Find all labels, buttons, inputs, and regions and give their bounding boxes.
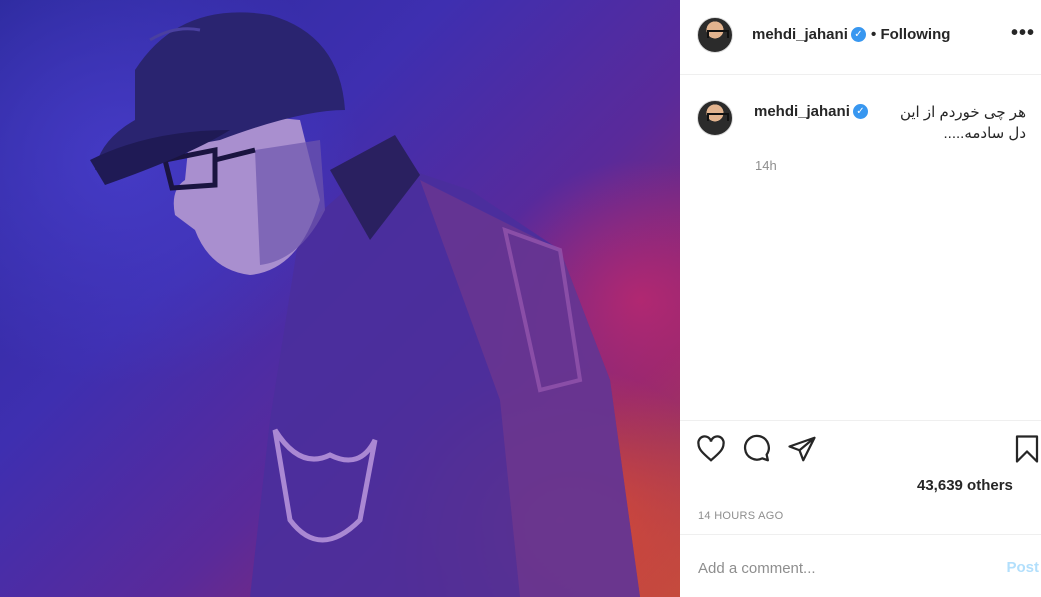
more-options-icon[interactable]: •••: [1011, 22, 1035, 45]
share-icon[interactable]: [787, 434, 817, 464]
caption-age[interactable]: 14h: [755, 158, 777, 173]
bookmark-icon-svg: [1015, 435, 1039, 463]
caption-avatar[interactable]: [697, 100, 733, 136]
caption-text: هر چی خوردم از این دل سادمه.....: [756, 102, 1026, 144]
follow-status-label: Following: [880, 26, 951, 43]
post-timestamp[interactable]: 14 HOURS AGO: [698, 510, 784, 522]
comment-input[interactable]: [698, 557, 988, 579]
caption-body: هر چی خوردم از این دل سادمه.....: [899, 104, 1026, 142]
heart-icon-svg: [697, 435, 725, 462]
post-side-panel: mehdi_jahani ✓ • Following ••• mehdi_jah…: [680, 0, 1041, 597]
bookmark-icon[interactable]: [1012, 434, 1041, 464]
follow-separator: •: [871, 26, 877, 43]
post-comment-button[interactable]: Post: [1006, 559, 1039, 576]
comment-bar: Post: [680, 534, 1041, 597]
post-header: mehdi_jahani ✓ • Following •••: [680, 0, 1041, 75]
author-avatar[interactable]: [697, 17, 733, 53]
likes-count[interactable]: 43,639 others: [917, 477, 1013, 494]
post-image-illustration: [90, 12, 640, 597]
comment-icon[interactable]: [741, 434, 771, 464]
post-image[interactable]: [0, 0, 680, 597]
follow-status[interactable]: • Following: [871, 26, 950, 43]
heart-icon[interactable]: [696, 434, 726, 464]
comment-icon-svg: [744, 434, 770, 462]
verified-badge-icon: ✓: [851, 27, 866, 42]
share-icon-svg: [788, 436, 816, 462]
author-username[interactable]: mehdi_jahani: [752, 26, 848, 43]
